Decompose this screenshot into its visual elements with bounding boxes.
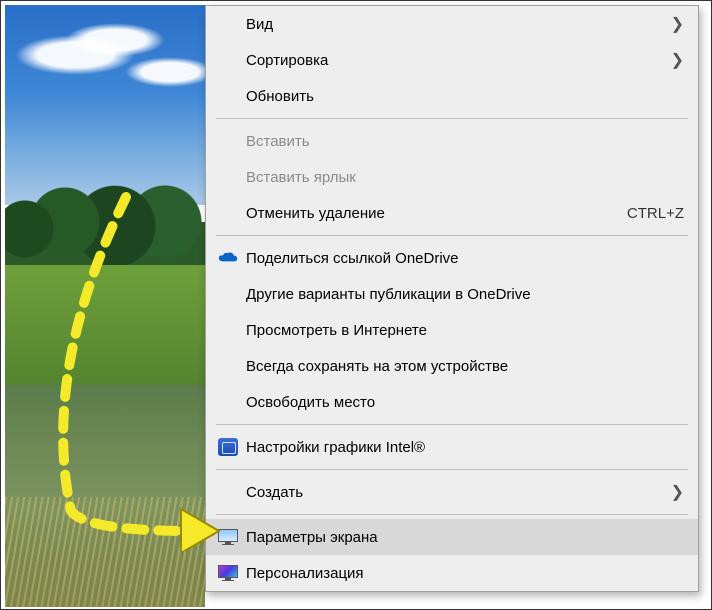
icon-slot-empty xyxy=(214,354,242,378)
menu-label: Просмотреть в Интернете xyxy=(242,322,684,339)
menu-label: Вставить xyxy=(242,133,684,150)
menu-separator xyxy=(216,118,688,119)
menu-item-refresh[interactable]: Обновить xyxy=(206,78,698,114)
menu-label: Параметры экрана xyxy=(242,529,684,546)
desktop-context-menu: Вид ❯ Сортировка ❯ Обновить Вставить Вст… xyxy=(205,5,699,592)
wallpaper-reeds xyxy=(5,497,205,607)
menu-label: Поделиться ссылкой OneDrive xyxy=(242,250,684,267)
icon-slot-empty xyxy=(214,201,242,225)
onedrive-icon xyxy=(214,246,242,270)
wallpaper-trees xyxy=(5,145,205,285)
menu-label: Обновить xyxy=(242,88,684,105)
menu-item-view[interactable]: Вид ❯ xyxy=(206,6,698,42)
chevron-right-icon: ❯ xyxy=(671,14,684,34)
menu-item-intel-graphics[interactable]: Настройки графики Intel® xyxy=(206,429,698,465)
menu-label: Настройки графики Intel® xyxy=(242,439,684,456)
menu-separator xyxy=(216,424,688,425)
desktop-wallpaper[interactable] xyxy=(5,5,205,607)
menu-label: Вид xyxy=(242,16,671,33)
icon-slot-empty xyxy=(214,48,242,72)
menu-separator xyxy=(216,469,688,470)
menu-item-sort[interactable]: Сортировка ❯ xyxy=(206,42,698,78)
menu-item-personalize[interactable]: Персонализация xyxy=(206,555,698,591)
menu-item-undo-delete[interactable]: Отменить удаление CTRL+Z xyxy=(206,195,698,231)
menu-item-free-space[interactable]: Освободить место xyxy=(206,384,698,420)
menu-separator xyxy=(216,235,688,236)
icon-slot-empty xyxy=(214,282,242,306)
monitor-icon xyxy=(214,525,242,549)
icon-slot-empty xyxy=(214,390,242,414)
menu-shortcut: CTRL+Z xyxy=(607,205,684,222)
intel-graphics-icon xyxy=(214,435,242,459)
menu-label: Вставить ярлык xyxy=(242,169,684,186)
menu-item-new[interactable]: Создать ❯ xyxy=(206,474,698,510)
menu-label: Всегда сохранять на этом устройстве xyxy=(242,358,684,375)
menu-item-display-settings[interactable]: Параметры экрана xyxy=(206,519,698,555)
icon-slot-empty xyxy=(214,84,242,108)
icon-slot-empty xyxy=(214,480,242,504)
menu-item-view-online[interactable]: Просмотреть в Интернете xyxy=(206,312,698,348)
icon-slot-empty xyxy=(214,129,242,153)
menu-item-onedrive-more[interactable]: Другие варианты публикации в OneDrive xyxy=(206,276,698,312)
menu-label: Персонализация xyxy=(242,565,684,582)
personalize-icon xyxy=(214,561,242,585)
menu-item-keep-on-device[interactable]: Всегда сохранять на этом устройстве xyxy=(206,348,698,384)
menu-separator xyxy=(216,514,688,515)
menu-item-paste-shortcut: Вставить ярлык xyxy=(206,159,698,195)
icon-slot-empty xyxy=(214,165,242,189)
menu-item-onedrive-share[interactable]: Поделиться ссылкой OneDrive xyxy=(206,240,698,276)
menu-label: Освободить место xyxy=(242,394,684,411)
chevron-right-icon: ❯ xyxy=(671,50,684,70)
icon-slot-empty xyxy=(214,12,242,36)
menu-label: Отменить удаление xyxy=(242,205,607,222)
icon-slot-empty xyxy=(214,318,242,342)
menu-label: Создать xyxy=(242,484,671,501)
menu-label: Другие варианты публикации в OneDrive xyxy=(242,286,684,303)
menu-label: Сортировка xyxy=(242,52,671,69)
chevron-right-icon: ❯ xyxy=(671,482,684,502)
menu-item-paste: Вставить xyxy=(206,123,698,159)
